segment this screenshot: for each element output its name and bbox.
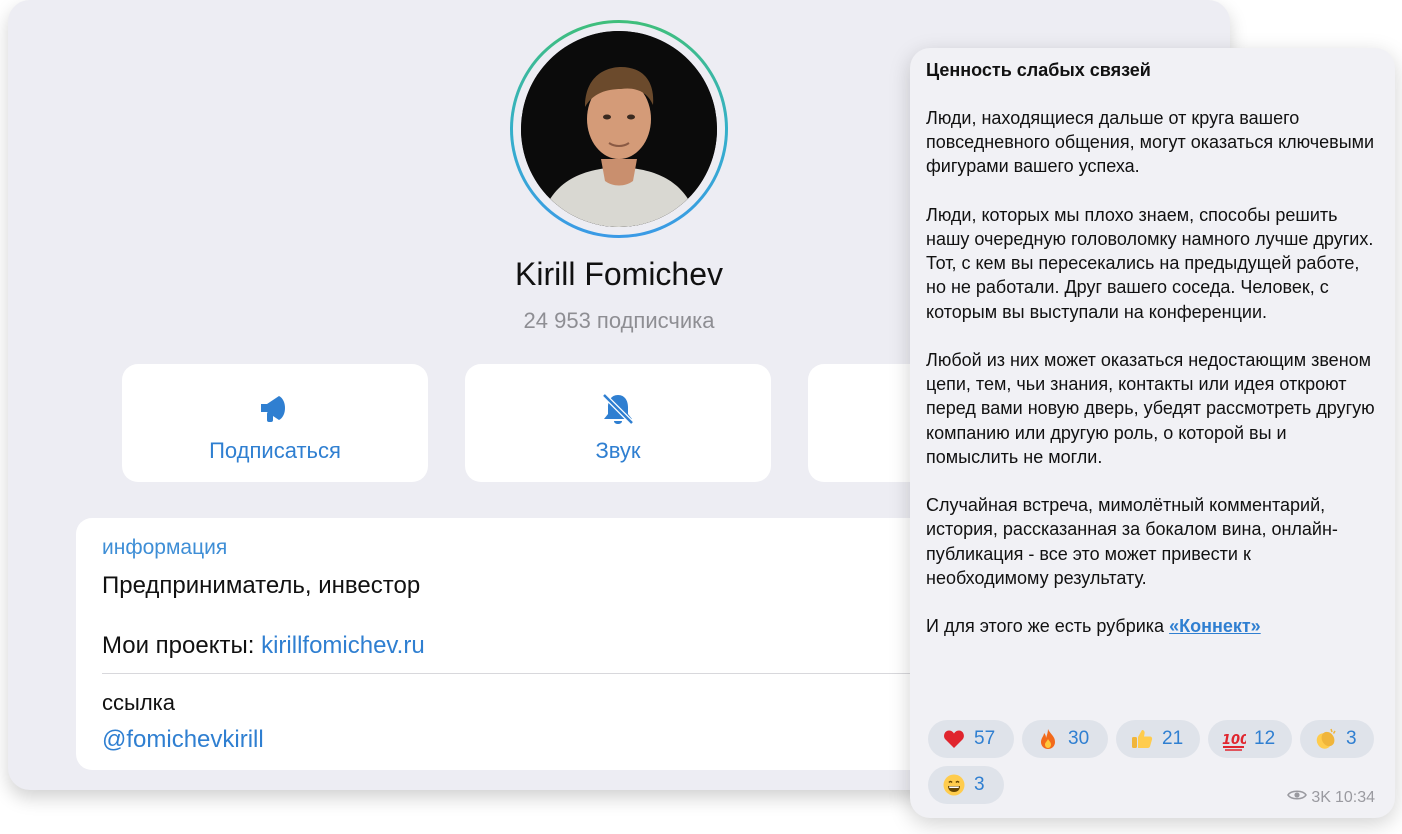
svg-text:100: 100 [1222,733,1246,748]
avatar-story-ring[interactable] [510,20,728,238]
reaction-count: 12 [1254,728,1276,749]
reaction-count: 3 [974,774,985,795]
eye-icon [1287,788,1308,807]
message-last-line: И для этого же есть рубрика «Коннект» [926,614,1376,638]
message-paragraph: Любой из них может оказаться недостающим… [926,350,1375,467]
reaction-hundred[interactable]: 100 12 [1208,720,1292,758]
clapping-hands-icon [1314,727,1338,751]
reaction-clap[interactable]: 3 [1300,720,1374,758]
divider [102,673,996,674]
projects-prefix: Мои проекты: [102,632,255,659]
message-paragraph: Люди, находящиеся дальше от круга вашего… [926,108,1375,177]
reaction-grin[interactable]: 3 [928,766,1004,804]
reaction-count: 57 [974,728,996,749]
subscribe-label: Подписаться [209,438,341,463]
message-paragraph: Люди, которых мы плохо знаем, способы ре… [926,204,1374,322]
reaction-heart[interactable]: 57 [928,720,1014,758]
grinning-face-icon [942,773,966,797]
view-count: 3K [1311,788,1331,806]
link-section-label: ссылка [102,690,175,715]
reaction-count: 3 [1346,728,1357,749]
sound-label: Звук [595,438,641,463]
message-title: Ценность слабых связей [926,60,1151,80]
projects-link[interactable]: kirillfomichev.ru [261,632,425,659]
avatar-photo [521,31,717,227]
message-meta: 3K 10:34 [1287,788,1375,807]
hundred-points-icon: 100 [1222,727,1246,751]
message-body: Люди, находящиеся дальше от круга вашего… [926,106,1376,663]
heart-icon [942,727,966,751]
channel-description: Предприниматель, инвестор [102,572,421,599]
reaction-thumbs-up[interactable]: 21 [1116,720,1200,758]
reaction-fire[interactable]: 30 [1022,720,1108,758]
avatar[interactable] [521,31,717,227]
sound-button[interactable]: Звук [465,364,771,482]
channel-handle-link[interactable]: @fomichevkirill [102,726,264,754]
channel-message: Ценность слабых связей Люди, находящиеся… [910,48,1395,818]
message-time: 10:34 [1334,788,1375,806]
message-paragraph: Случайная встреча, мимолётный комментари… [926,495,1338,588]
info-section-label: информация [102,536,228,559]
info-card: информация Предприниматель, инвестор Мои… [76,518,996,770]
last-line-text: И для этого же есть рубрика [926,616,1165,637]
subscribe-button[interactable]: Подписаться [122,364,428,482]
connect-rubric-link[interactable]: «Коннект» [1169,616,1261,636]
reaction-count: 30 [1068,728,1090,749]
reaction-count: 21 [1162,728,1184,749]
thumbs-up-icon [1130,727,1154,751]
bell-muted-icon [465,390,771,428]
megaphone-icon [122,390,428,428]
projects-line: Мои проекты: kirillfomichev.ru [102,632,425,660]
fire-icon [1036,727,1060,751]
